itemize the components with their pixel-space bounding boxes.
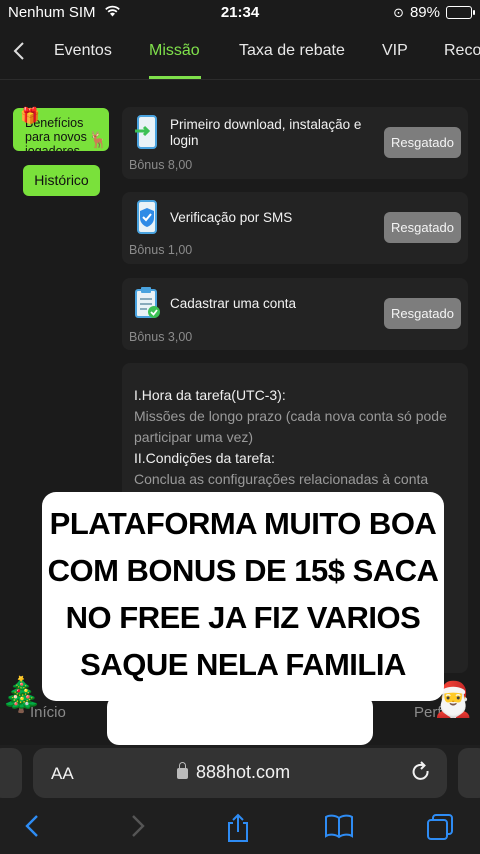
bookmarks-icon[interactable] [324, 813, 354, 846]
nav-home[interactable]: Início [30, 704, 66, 721]
task-bonus: Bônus 8,00 [129, 158, 193, 172]
orientation-lock-icon: ⊙ [393, 4, 404, 20]
task-card-sms: Verificação por SMS Bônus 1,00 Resgatado [122, 192, 468, 264]
shield-check-icon [134, 200, 160, 234]
share-icon[interactable] [226, 813, 250, 850]
browser-url-area: AA 888hot.com [0, 745, 480, 805]
task-title: Primeiro download, instalação e login [170, 117, 362, 148]
reload-icon[interactable] [411, 761, 431, 789]
rules-heading-2: II.Condições da tarefa: [134, 450, 275, 466]
task-bonus: Bônus 1,00 [129, 243, 193, 257]
claimed-button[interactable]: Resgatado [384, 127, 461, 158]
battery-icon [446, 6, 475, 19]
caption-text: PLATAFORMA MUITO BOA COM BONUS DE 15$ SA… [47, 506, 439, 682]
status-bar: Nenhum SIM 21:34 ⊙ 89% [0, 0, 480, 26]
rules-text-2: Conclua as configurações relacionadas à … [134, 471, 429, 487]
tab-bar: Eventos Missão Taxa de rebate VIP Reco [0, 26, 480, 80]
active-tab-indicator [149, 76, 201, 79]
tab-vip[interactable]: VIP [382, 42, 408, 60]
rules-text-1: Missões de longo prazo (cada nova conta … [134, 408, 447, 445]
tabs-icon[interactable] [426, 813, 454, 848]
claimed-button[interactable]: Resgatado [384, 212, 461, 243]
task-card-download: Primeiro download, instalação e login Bô… [122, 107, 468, 179]
address-bar[interactable]: AA 888hot.com [33, 748, 447, 798]
battery-percent: 89% [409, 4, 440, 21]
claimed-button[interactable]: Resgatado [384, 298, 461, 329]
status-right: ⊙ 89% [393, 4, 475, 21]
clipboard-check-icon [134, 286, 160, 320]
forward-icon[interactable] [130, 813, 146, 846]
previous-tab-peek[interactable] [0, 748, 22, 798]
reader-settings-button[interactable]: AA [51, 764, 74, 784]
back-icon[interactable] [24, 813, 40, 846]
gift-icon: 🎁 [20, 108, 40, 125]
task-bonus: Bônus 3,00 [129, 330, 193, 344]
history-button[interactable]: Histórico [23, 165, 100, 196]
caption-box-tail [107, 695, 373, 745]
reindeer-icon: 🦌 [88, 132, 108, 149]
browser-toolbar [0, 805, 480, 854]
task-title: Cadastrar uma conta [170, 296, 297, 311]
next-tab-peek[interactable] [458, 748, 480, 798]
task-card-register: Cadastrar uma conta Bônus 3,00 Resgatado [122, 278, 468, 350]
tab-reco[interactable]: Reco [444, 42, 480, 60]
lock-icon [177, 762, 188, 779]
back-chevron-icon[interactable] [12, 40, 34, 62]
phone-download-icon [134, 115, 160, 149]
rules-heading-1: I.Hora da tarefa(UTC-3): [134, 387, 286, 403]
tab-taxa-de-rebate[interactable]: Taxa de rebate [239, 42, 345, 60]
tab-eventos[interactable]: Eventos [54, 42, 112, 60]
tab-missao[interactable]: Missão [149, 42, 200, 60]
task-title: Verificação por SMS [170, 210, 293, 225]
url-text[interactable]: 888hot.com [196, 762, 290, 783]
